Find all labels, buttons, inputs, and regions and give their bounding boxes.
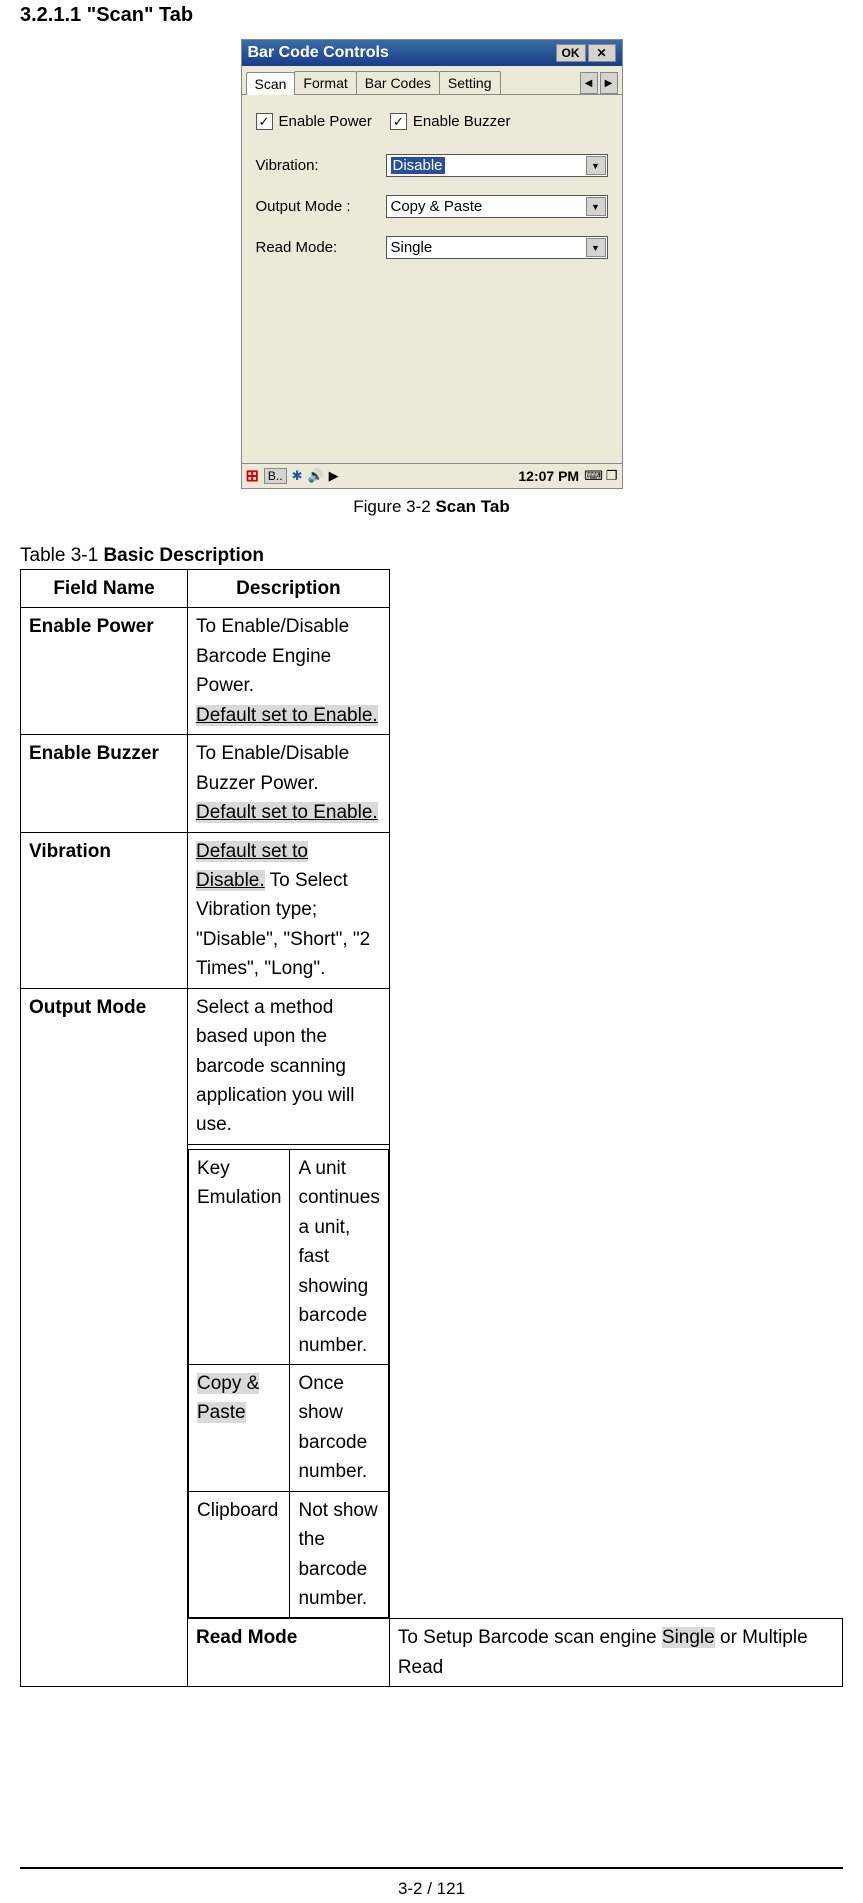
desc-text: To Setup Barcode scan engine xyxy=(398,1627,662,1648)
vibration-select[interactable]: Disable ▼ xyxy=(386,154,608,177)
checkmark-icon: ✓ xyxy=(256,113,273,130)
tab-body: ✓ Enable Power ✓ Enable Buzzer Vibration… xyxy=(242,94,622,463)
figure-prefix: Figure 3-2 xyxy=(353,497,435,516)
tab-format[interactable]: Format xyxy=(294,71,356,94)
field-enable-buzzer: Enable Buzzer xyxy=(21,735,188,832)
output-mode-select[interactable]: Copy & Paste ▼ xyxy=(386,195,608,218)
field-output-mode: Output Mode xyxy=(21,988,188,1687)
enable-power-checkbox[interactable]: ✓ Enable Power xyxy=(256,113,372,130)
field-read-mode: Read Mode xyxy=(188,1619,390,1687)
title-bar: Bar Code Controls OK ✕ xyxy=(242,40,622,66)
taskbar: ⊞ B.. ✱ 🔊 ▶ 12:07 PM ⌨ ❐ xyxy=(242,463,622,488)
option-clipboard-desc: Not show the barcode number. xyxy=(290,1491,388,1618)
page-number: 3-2 / 121 xyxy=(20,1869,843,1903)
desc-text: To Enable/Disable Buzzer Power. xyxy=(196,743,349,793)
table-row: Enable Power To Enable/Disable Barcode E… xyxy=(21,608,843,735)
option-row: Clipboard Not show the barcode number. xyxy=(189,1491,389,1618)
vibration-label: Vibration: xyxy=(256,157,386,174)
tab-scroll-left-icon[interactable]: ◀ xyxy=(580,72,598,94)
desc-text: To Enable/Disable Barcode Engine Power. xyxy=(196,616,349,696)
option-highlight: Copy & Paste xyxy=(197,1373,259,1423)
col-description: Description xyxy=(188,570,390,608)
close-button[interactable]: ✕ xyxy=(588,44,616,62)
desc-read-mode: To Setup Barcode scan engine Single or M… xyxy=(389,1619,842,1687)
output-mode-options-cell: Key Emulation A unit continues a unit, f… xyxy=(188,1144,390,1619)
table-row: Enable Buzzer To Enable/Disable Buzzer P… xyxy=(21,735,843,832)
table-header-row: Field Name Description xyxy=(21,570,843,608)
tab-scroll-right-icon[interactable]: ▶ xyxy=(600,72,618,94)
enable-buzzer-checkbox[interactable]: ✓ Enable Buzzer xyxy=(390,113,511,130)
option-copy-paste-desc: Once show barcode number. xyxy=(290,1364,388,1491)
output-mode-options-table: Key Emulation A unit continues a unit, f… xyxy=(188,1149,389,1619)
tab-bar-codes[interactable]: Bar Codes xyxy=(356,71,440,94)
clock: 12:07 PM xyxy=(518,468,579,484)
read-mode-label: Read Mode: xyxy=(256,239,386,256)
option-row: Copy & Paste Once show barcode number. xyxy=(189,1364,389,1491)
tray: ⌨ ❐ xyxy=(584,468,617,484)
tab-scan[interactable]: Scan xyxy=(246,72,296,95)
desc-enable-power: To Enable/Disable Barcode Engine Power. … xyxy=(188,608,390,735)
enable-power-label: Enable Power xyxy=(279,113,372,130)
default-highlight: Single xyxy=(662,1627,715,1648)
option-key-emulation: Key Emulation xyxy=(189,1149,290,1364)
chevron-down-icon[interactable]: ▼ xyxy=(586,197,606,216)
default-highlight: Default set to Enable. xyxy=(196,705,378,726)
output-mode-label: Output Mode : xyxy=(256,198,386,215)
vibration-row: Vibration: Disable ▼ xyxy=(256,154,608,177)
chevron-down-icon[interactable]: ▼ xyxy=(586,238,606,257)
field-vibration: Vibration xyxy=(21,832,188,988)
table-row: Vibration Default set to Disable. To Sel… xyxy=(21,832,843,988)
table-row: Output Mode Select a method based upon t… xyxy=(21,988,843,1144)
windows-tray-icon[interactable]: ❐ xyxy=(606,468,618,484)
bluetooth-icon: ✱ xyxy=(292,468,303,484)
section-heading: 3.2.1.1 "Scan" Tab xyxy=(20,4,843,27)
option-row: Key Emulation A unit continues a unit, f… xyxy=(189,1149,389,1364)
output-mode-intro: Select a method based upon the barcode s… xyxy=(188,988,390,1144)
checkmark-icon: ✓ xyxy=(390,113,407,130)
desc-enable-buzzer: To Enable/Disable Buzzer Power. Default … xyxy=(188,735,390,832)
read-mode-value: Single xyxy=(391,239,433,256)
volume-icon: 🔊 xyxy=(307,468,323,484)
option-clipboard: Clipboard xyxy=(189,1491,290,1618)
col-field-name: Field Name xyxy=(21,570,188,608)
read-mode-row: Read Mode: Single ▼ xyxy=(256,236,608,259)
window-title: Bar Code Controls xyxy=(248,44,554,62)
checkbox-row: ✓ Enable Power ✓ Enable Buzzer xyxy=(256,113,608,130)
desc-vibration: Default set to Disable. To Select Vibrat… xyxy=(188,832,390,988)
enable-buzzer-label: Enable Buzzer xyxy=(413,113,511,130)
table-caption-name: Basic Description xyxy=(103,545,264,566)
output-mode-row: Output Mode : Copy & Paste ▼ xyxy=(256,195,608,218)
screenshot-figure: Bar Code Controls OK ✕ Scan Format Bar C… xyxy=(20,39,843,489)
tab-scroll: ◀ ▶ xyxy=(580,72,618,94)
taskbar-app-button[interactable]: B.. xyxy=(264,468,287,484)
tab-strip: Scan Format Bar Codes Setting ◀ ▶ xyxy=(242,66,622,94)
option-copy-paste: Copy & Paste xyxy=(189,1364,290,1491)
read-mode-select[interactable]: Single ▼ xyxy=(386,236,608,259)
default-highlight: Default set to Enable. xyxy=(196,802,378,823)
option-key-emulation-desc: A unit continues a unit, fast showing ba… xyxy=(290,1149,388,1364)
pda-window: Bar Code Controls OK ✕ Scan Format Bar C… xyxy=(241,39,623,489)
output-mode-value: Copy & Paste xyxy=(391,198,483,215)
keyboard-icon[interactable]: ⌨ xyxy=(584,468,603,484)
ok-button[interactable]: OK xyxy=(556,44,586,62)
table-caption: Table 3-1 Basic Description xyxy=(20,545,843,567)
figure-caption: Figure 3-2 Scan Tab xyxy=(20,497,843,517)
figure-name: Scan Tab xyxy=(435,497,509,516)
tab-settings[interactable]: Setting xyxy=(439,71,501,94)
vibration-value: Disable xyxy=(391,157,445,174)
table-caption-prefix: Table 3-1 xyxy=(20,545,103,566)
field-enable-power: Enable Power xyxy=(21,608,188,735)
chevron-down-icon[interactable]: ▼ xyxy=(586,156,606,175)
signal-icon: ▶ xyxy=(329,468,339,484)
start-icon[interactable]: ⊞ xyxy=(246,466,259,486)
